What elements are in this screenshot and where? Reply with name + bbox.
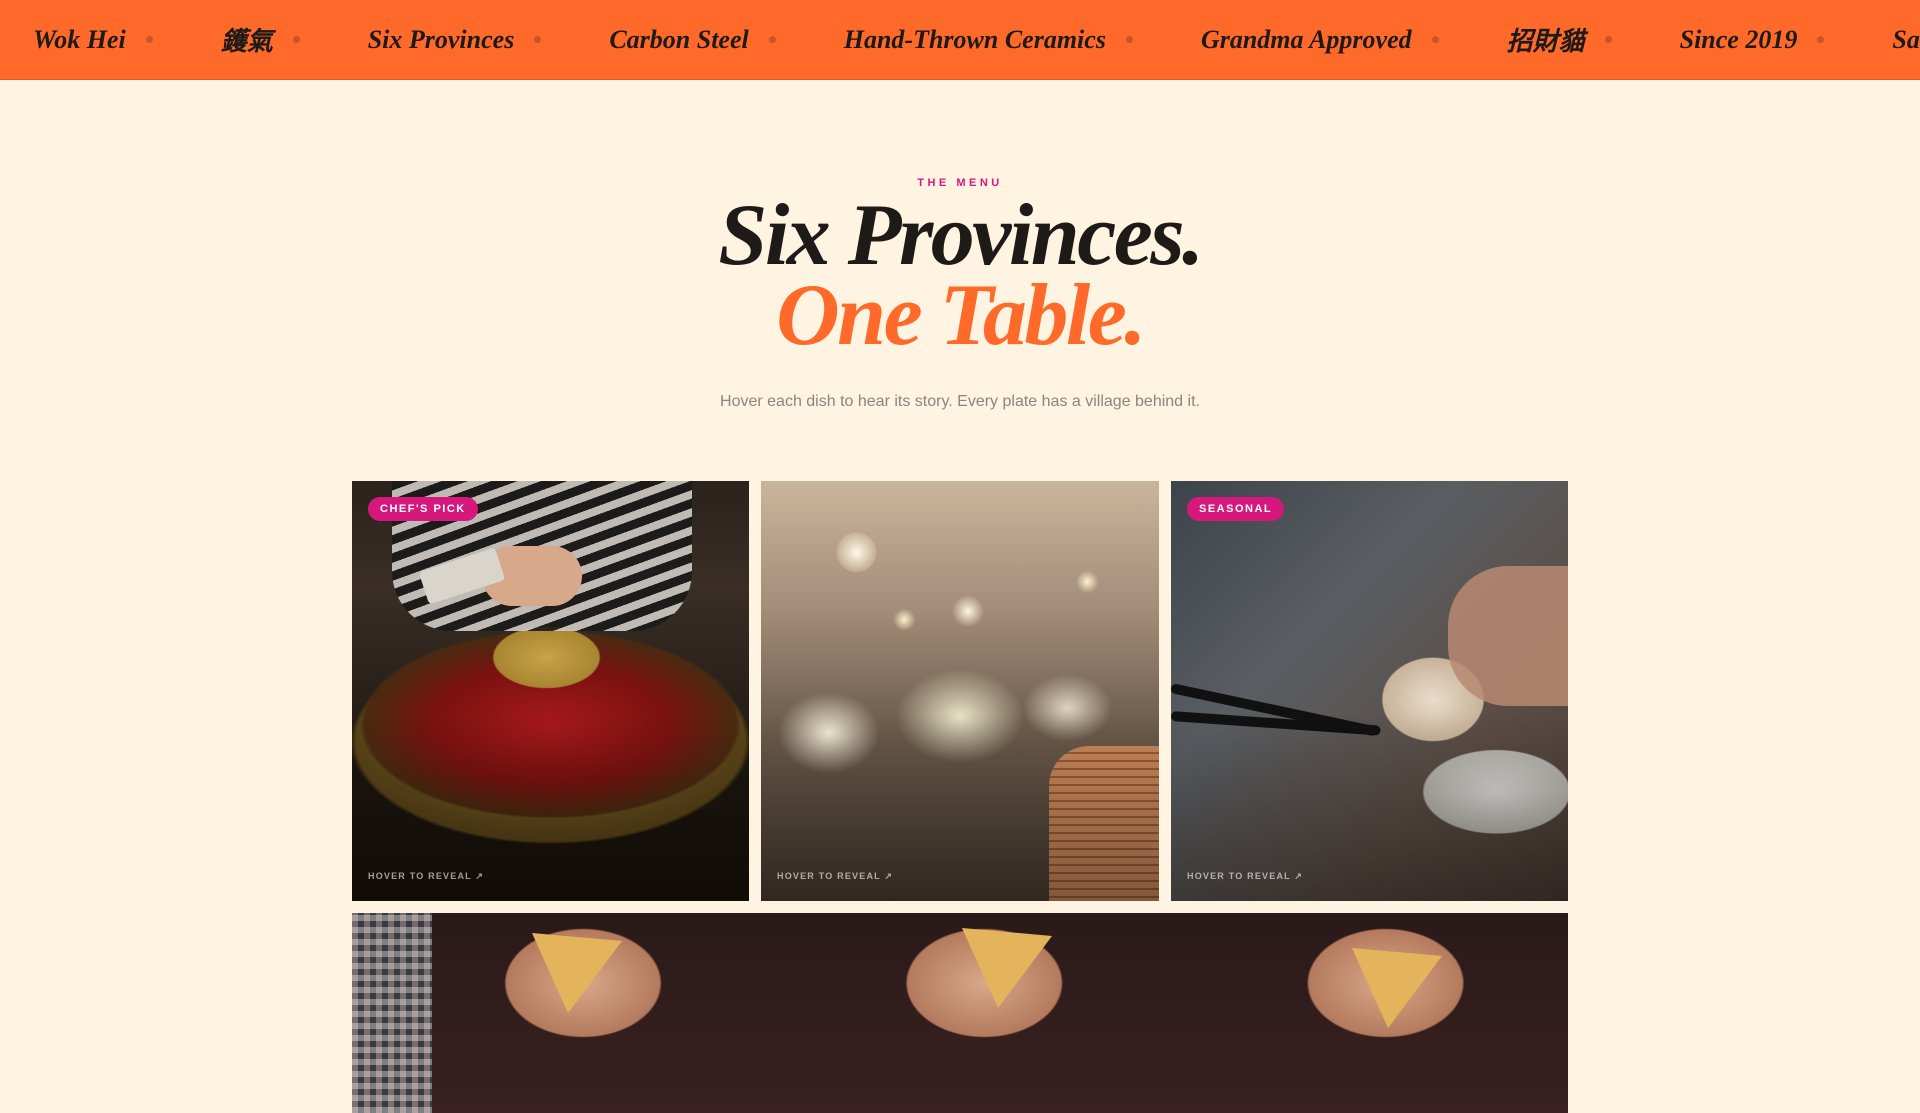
dot-separator-icon — [534, 36, 542, 43]
dish-card-dim-sum[interactable]: HOVER TO REVEAL ↗ — [761, 481, 1159, 901]
marquee-track: Wok Hei 鑊氣 Six Provinces Carbon Steel Ha… — [33, 0, 1920, 79]
ticker-item: 招財貓 — [1507, 21, 1680, 58]
photo-shade — [352, 481, 749, 901]
dot-separator-icon — [145, 36, 153, 43]
ticker-item-label: Hand-Thrown Ceramics — [843, 24, 1106, 54]
ticker-item-label: Grandma Approved — [1200, 24, 1412, 54]
ticker-item-label: Since 2019 — [1679, 24, 1798, 54]
section-subtitle: Hover each dish to hear its story. Every… — [720, 393, 1200, 410]
dot-separator-icon — [1817, 36, 1825, 43]
ticker-item-label: 鑊氣 — [220, 27, 273, 56]
chefs-pick-badge: CHEF'S PICK — [368, 497, 478, 521]
dot-separator-icon — [1125, 36, 1133, 43]
marquee-ticker: Wok Hei 鑊氣 Six Provinces Carbon Steel Ha… — [0, 0, 1920, 80]
hover-reveal-hint: HOVER TO REVEAL ↗ — [1187, 871, 1304, 881]
dot-separator-icon — [1431, 36, 1439, 43]
photo-shade — [1171, 481, 1568, 901]
ticker-item-label: 招財貓 — [1506, 27, 1585, 56]
ticker-item: Wok Hei — [33, 25, 221, 55]
ticker-item-label: Wok Hei — [33, 24, 126, 54]
dot-separator-icon — [292, 36, 300, 43]
dish-card-pizza-table[interactable] — [352, 913, 1568, 1113]
dish-card-hotpot[interactable]: CHEF'S PICK HOVER TO REVEAL ↗ — [352, 481, 749, 901]
ticker-item: Grandma Approved — [1201, 25, 1507, 55]
dot-separator-icon — [768, 36, 776, 43]
seasonal-badge: SEASONAL — [1187, 497, 1285, 521]
checkered-napkin — [352, 913, 432, 1113]
ticker-item-label: Six Provinces — [367, 24, 515, 54]
ticker-item: 鑊氣 — [221, 21, 368, 58]
ticker-item: Since 2019 — [1680, 25, 1893, 55]
hover-reveal-hint: HOVER TO REVEAL ↗ — [368, 871, 485, 881]
ticker-item: Hand-Thrown Ceramics — [844, 25, 1201, 55]
hover-reveal-hint: HOVER TO REVEAL ↗ — [777, 871, 894, 881]
ticker-item: Same Table — [1892, 25, 1920, 55]
section-title: Six Provinces. One Table. — [0, 192, 1920, 364]
ticker-item: Carbon Steel — [609, 25, 843, 55]
dish-card-soup-dumpling[interactable]: SEASONAL HOVER TO REVEAL ↗ — [1171, 481, 1568, 901]
ticker-item-label: Carbon Steel — [609, 24, 749, 54]
photo-shade — [761, 481, 1159, 901]
ticker-item: Six Provinces — [368, 25, 610, 55]
title-line-2: One Table. — [776, 267, 1146, 364]
ticker-item-label: Same Table — [1892, 24, 1920, 54]
dot-separator-icon — [1604, 36, 1612, 43]
